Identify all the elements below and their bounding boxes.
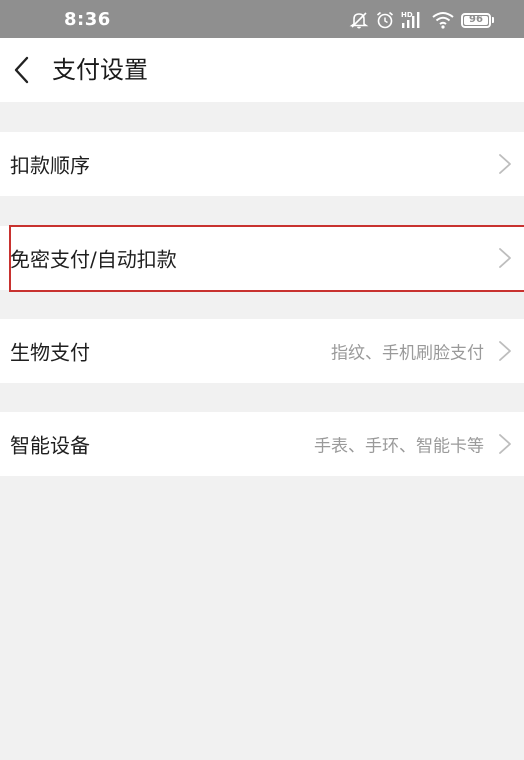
chevron-right-icon [499, 434, 511, 454]
page-title: 支付设置 [52, 56, 148, 84]
hd-signal-icon: HD [401, 10, 425, 30]
row-label: 免密支付/自动扣款 [10, 247, 177, 272]
chevron-right-icon [499, 248, 511, 268]
svg-text:HD: HD [401, 11, 413, 19]
wifi-icon [431, 10, 455, 30]
settings-row-password-free-payment[interactable]: 免密支付/自动扣款 [0, 226, 524, 290]
status-bar: 8:36 HD 96 [0, 0, 524, 38]
back-button[interactable] [4, 50, 40, 90]
settings-row-smart-devices[interactable]: 智能设备 手表、手环、智能卡等 [0, 412, 524, 476]
battery-indicator: 96 [461, 12, 491, 28]
title-bar: 支付设置 [0, 38, 524, 102]
chevron-right-icon [499, 154, 511, 174]
settings-row-biometric-payment[interactable]: 生物支付 指纹、手机刷脸支付 [0, 319, 524, 383]
row-label: 扣款顺序 [10, 153, 90, 178]
chevron-left-icon [14, 56, 29, 84]
battery-icon: 96 [461, 12, 494, 28]
status-time: 8:36 [64, 9, 111, 30]
row-label: 智能设备 [10, 433, 90, 458]
row-value: 手表、手环、智能卡等 [314, 436, 484, 457]
alarm-icon [375, 10, 395, 30]
row-label: 生物支付 [10, 340, 90, 365]
chevron-right-icon [499, 341, 511, 361]
row-value: 指纹、手机刷脸支付 [331, 343, 484, 364]
status-icons: HD 96 [349, 8, 494, 32]
settings-row-deduction-order[interactable]: 扣款顺序 [0, 132, 524, 196]
battery-level: 96 [469, 14, 483, 25]
mute-bell-icon [349, 10, 369, 30]
